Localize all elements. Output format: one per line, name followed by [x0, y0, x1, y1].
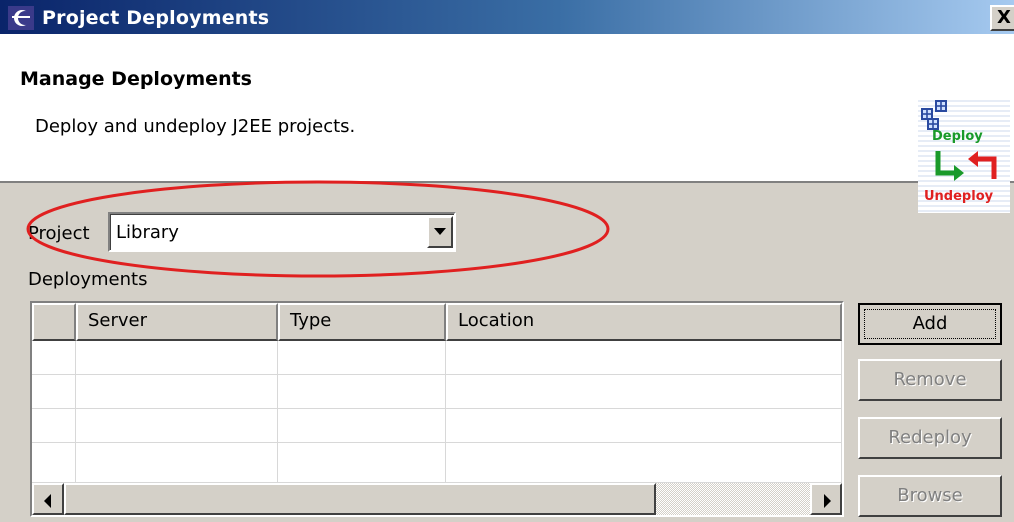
focus-ring — [864, 309, 996, 339]
table-cell — [32, 341, 76, 375]
add-button[interactable]: Add — [858, 303, 1002, 345]
remove-button[interactable]: Remove — [858, 359, 1002, 401]
scroll-left-button[interactable] — [32, 483, 64, 515]
table-cell — [76, 443, 278, 483]
table-cell — [278, 341, 446, 375]
table-cell — [32, 375, 76, 409]
title-bar[interactable]: Project Deployments X — [0, 0, 1014, 36]
table-row[interactable] — [32, 443, 842, 483]
project-dropdown-field: Library — [110, 214, 454, 250]
window-title: Project Deployments — [42, 7, 270, 29]
scrollbar-thumb[interactable] — [64, 483, 656, 515]
project-label: Project — [28, 223, 90, 244]
table-cell — [446, 409, 842, 443]
column-header-type[interactable]: Type — [278, 303, 446, 341]
page-title: Manage Deployments — [20, 68, 252, 90]
table-cell — [278, 443, 446, 483]
project-dropdown[interactable]: Library — [108, 212, 456, 252]
table-cell — [446, 443, 842, 483]
horizontal-scrollbar[interactable] — [32, 483, 842, 515]
table-cell — [278, 375, 446, 409]
header-banner: Manage Deployments Deploy and undeploy J… — [0, 36, 1014, 213]
deploy-graphic-label: Deploy — [932, 129, 983, 144]
remove-button-label: Remove — [893, 369, 967, 390]
arrow-left-icon — [44, 494, 51, 508]
browse-button[interactable]: Browse — [858, 475, 1002, 517]
close-button[interactable]: X — [990, 5, 1014, 31]
deploy-undeploy-icon: Deploy Undeploy — [918, 97, 1010, 213]
close-icon: X — [997, 7, 1011, 28]
redeploy-button-label: Redeploy — [888, 427, 972, 448]
column-header-select[interactable] — [32, 303, 76, 341]
table-cell — [32, 443, 76, 483]
table-cell — [278, 409, 446, 443]
table-cell — [446, 375, 842, 409]
browse-button-label: Browse — [897, 485, 963, 506]
redeploy-button[interactable]: Redeploy — [858, 417, 1002, 459]
table-cell — [32, 409, 76, 443]
table-cell — [76, 341, 278, 375]
dropdown-button[interactable] — [427, 216, 453, 248]
table-row[interactable] — [32, 375, 842, 409]
arrow-right-icon — [824, 494, 831, 508]
table-row[interactable] — [32, 409, 842, 443]
chevron-down-icon — [434, 228, 446, 235]
table-cell — [446, 341, 842, 375]
scroll-right-button[interactable] — [810, 483, 842, 515]
table-cell — [76, 375, 278, 409]
column-header-location[interactable]: Location — [446, 303, 842, 341]
undeploy-graphic-label: Undeploy — [924, 189, 994, 204]
table-header: Server Type Location — [32, 303, 842, 341]
column-header-server[interactable]: Server — [76, 303, 278, 341]
deployments-table[interactable]: Server Type Location — [30, 301, 844, 517]
table-cell — [76, 409, 278, 443]
page-description: Deploy and undeploy J2EE projects. — [35, 116, 356, 137]
eclipse-app-icon — [8, 6, 34, 30]
project-dropdown-value: Library — [116, 222, 179, 243]
table-row[interactable] — [32, 341, 842, 375]
deployments-label: Deployments — [28, 269, 148, 290]
